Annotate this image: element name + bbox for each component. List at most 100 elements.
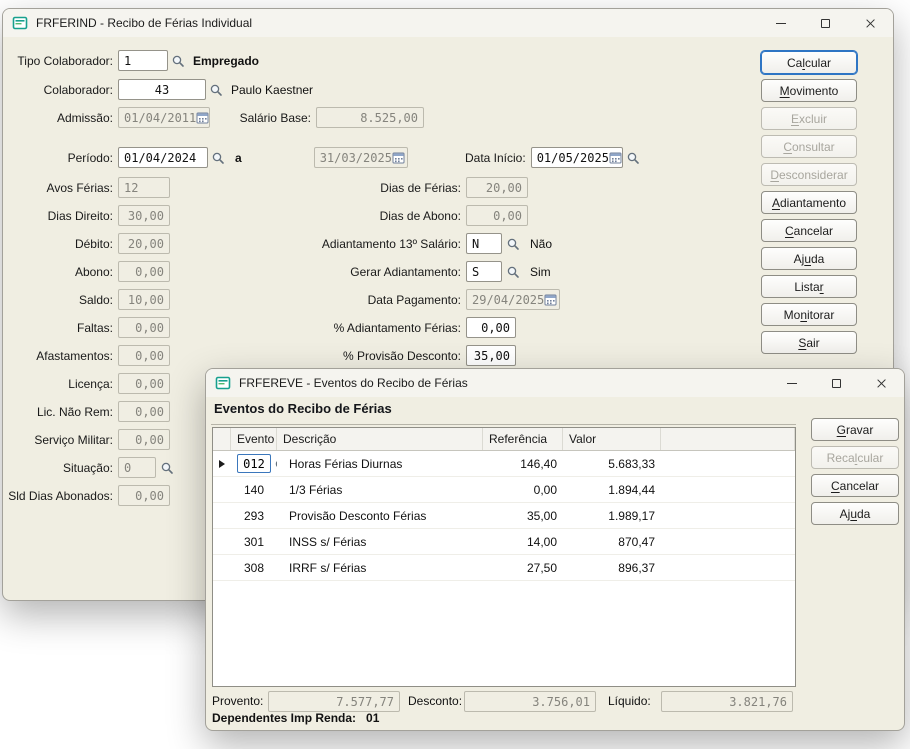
- close-button[interactable]: [859, 369, 904, 397]
- cancelar-button[interactable]: Cancelar: [811, 474, 899, 497]
- ajuda-button[interactable]: Ajuda: [811, 502, 899, 525]
- data-pagamento-calendar-icon: [544, 293, 557, 306]
- valor-cell: 1.989,17: [563, 509, 661, 523]
- movimento-button[interactable]: Movimento: [761, 79, 857, 102]
- tipo-colaborador-lookup-icon[interactable]: [171, 54, 185, 68]
- colaborador-field[interactable]: 43: [118, 79, 206, 100]
- minimize-button[interactable]: [769, 369, 814, 397]
- licenca-field: 0,00: [118, 373, 170, 394]
- evento-cell: 308: [231, 561, 277, 575]
- close-button[interactable]: [848, 9, 893, 37]
- colaborador-name: Paulo Kaestner: [231, 83, 313, 97]
- sld-dias-abonados-field: 0,00: [118, 485, 170, 506]
- saldo-label: Saldo:: [3, 293, 113, 307]
- gerar-adiantamento-field[interactable]: S: [466, 261, 502, 282]
- adiantamento-button[interactable]: Adiantamento: [761, 191, 857, 214]
- data-pagamento-label: Data Pagamento:: [113, 293, 461, 307]
- frfereve-titlebar[interactable]: FRFEREVE - Eventos do Recibo de Férias: [206, 369, 904, 397]
- periodo-fim-field: 31/03/2025: [314, 147, 408, 168]
- sld-dias-abonados-label: Sld Dias Abonados:: [3, 489, 113, 503]
- listar-button[interactable]: Listar: [761, 275, 857, 298]
- row-dias-ferias: Dias de Férias: 20,00: [113, 177, 528, 198]
- descricao-cell: Horas Férias Diurnas: [277, 457, 483, 471]
- app-icon: [215, 375, 231, 391]
- data-inicio-lookup-icon[interactable]: [626, 151, 640, 165]
- lic-nao-rem-field: 0,00: [118, 401, 170, 422]
- pct-provisao-field[interactable]: 35,00: [466, 345, 516, 366]
- minimize-button[interactable]: [758, 9, 803, 37]
- gravar-button[interactable]: Gravar: [811, 418, 899, 441]
- referencia-cell: 35,00: [483, 509, 563, 523]
- admissao-label: Admissão:: [3, 111, 113, 125]
- colaborador-label: Colaborador:: [3, 83, 113, 97]
- situacao-lookup-icon[interactable]: [160, 461, 174, 475]
- dias-abono-label: Dias de Abono:: [113, 209, 461, 223]
- referencia-cell: 27,50: [483, 561, 563, 575]
- periodo-separator-label: a: [235, 151, 242, 165]
- tipo-colaborador-label: Tipo Colaborador:: [3, 54, 113, 68]
- referencia-cell: 146,40: [483, 457, 563, 471]
- lic-nao-rem-label: Lic. Não Rem:: [3, 405, 113, 419]
- provento-label: Provento:: [212, 691, 263, 712]
- colaborador-lookup-icon[interactable]: [209, 83, 223, 97]
- evento-cell: 140: [231, 483, 277, 497]
- desconto-label: Desconto:: [408, 691, 462, 712]
- consultar-button: Consultar: [761, 135, 857, 158]
- row-periodo: Período: 01/04/2024 a 31/03/2025 Data In…: [3, 147, 640, 168]
- periodo-lookup-icon[interactable]: [211, 151, 225, 165]
- event-row[interactable]: 301 INSS s/ Férias 14,00 870,47: [213, 529, 795, 555]
- descricao-cell: 1/3 Férias: [277, 483, 483, 497]
- adiantamento-13-field[interactable]: N: [466, 233, 502, 254]
- monitorar-button[interactable]: Monitorar: [761, 303, 857, 326]
- salario-base-field: 8.525,00: [316, 107, 424, 128]
- window-title: FRFERIND - Recibo de Férias Individual: [36, 16, 252, 30]
- faltas-label: Faltas:: [3, 321, 113, 335]
- maximize-button[interactable]: [814, 369, 859, 397]
- sair-button[interactable]: Sair: [761, 331, 857, 354]
- row-licenca: Licença: 0,00: [3, 373, 170, 394]
- descricao-cell: INSS s/ Férias: [277, 535, 483, 549]
- valor-cell: 1.894,44: [563, 483, 661, 497]
- adiantamento-13-lookup-icon[interactable]: [506, 237, 520, 251]
- grid-header-descricao: Descrição: [277, 428, 483, 450]
- event-row-selected[interactable]: 012 Horas Férias Diurnas 146,40 5.683,33: [213, 451, 795, 477]
- salario-base-label: Salário Base:: [216, 111, 311, 125]
- debito-label: Débito:: [3, 237, 113, 251]
- minimize-icon: [776, 23, 786, 24]
- calcular-button[interactable]: Calcular: [761, 51, 857, 74]
- data-inicio-calendar-icon[interactable]: [609, 151, 622, 164]
- data-inicio-label: Data Início:: [414, 151, 526, 165]
- cancelar-button[interactable]: Cancelar: [761, 219, 857, 242]
- gerar-adiantamento-lookup-icon[interactable]: [506, 265, 520, 279]
- event-row[interactable]: 140 1/3 Férias 0,00 1.894,44: [213, 477, 795, 503]
- row-dias-abono: Dias de Abono: 0,00: [113, 205, 528, 226]
- grid-header-filler: [661, 428, 795, 450]
- dependentes-value: 01: [366, 711, 379, 725]
- desconto-field: 3.756,01: [464, 691, 596, 712]
- tipo-colaborador-description: Empregado: [193, 54, 259, 68]
- row-selector-cell: [213, 460, 231, 468]
- data-inicio-field[interactable]: 01/05/2025: [531, 147, 623, 168]
- event-row[interactable]: 293 Provisão Desconto Férias 35,00 1.989…: [213, 503, 795, 529]
- liquido-field: 3.821,76: [661, 691, 793, 712]
- frferind-titlebar[interactable]: FRFERIND - Recibo de Férias Individual: [3, 9, 893, 37]
- window-title: FRFEREVE - Eventos do Recibo de Férias: [239, 376, 468, 390]
- ajuda-button[interactable]: Ajuda: [761, 247, 857, 270]
- row-pct-adiantamento: % Adiantamento Férias: 0,00: [113, 317, 516, 338]
- events-heading: Eventos do Recibo de Férias: [214, 401, 392, 416]
- maximize-button[interactable]: [803, 9, 848, 37]
- situacao-field: 0: [118, 457, 156, 478]
- grid-header-valor: Valor: [563, 428, 661, 450]
- servico-militar-label: Serviço Militar:: [3, 433, 113, 447]
- evento-edit-cell[interactable]: 012: [237, 454, 271, 473]
- tipo-colaborador-field[interactable]: 1: [118, 50, 168, 71]
- pct-adiantamento-field[interactable]: 0,00: [466, 317, 516, 338]
- evento-cell: 301: [231, 535, 277, 549]
- periodo-inicio-field[interactable]: 01/04/2024: [118, 147, 208, 168]
- caption-buttons: [769, 369, 904, 397]
- maximize-icon: [821, 19, 830, 28]
- evento-lookup-icon[interactable]: [274, 458, 277, 472]
- adiantamento-13-description: Não: [530, 237, 552, 251]
- event-row[interactable]: 308 IRRF s/ Férias 27,50 896,37: [213, 555, 795, 581]
- caption-buttons: [758, 9, 893, 37]
